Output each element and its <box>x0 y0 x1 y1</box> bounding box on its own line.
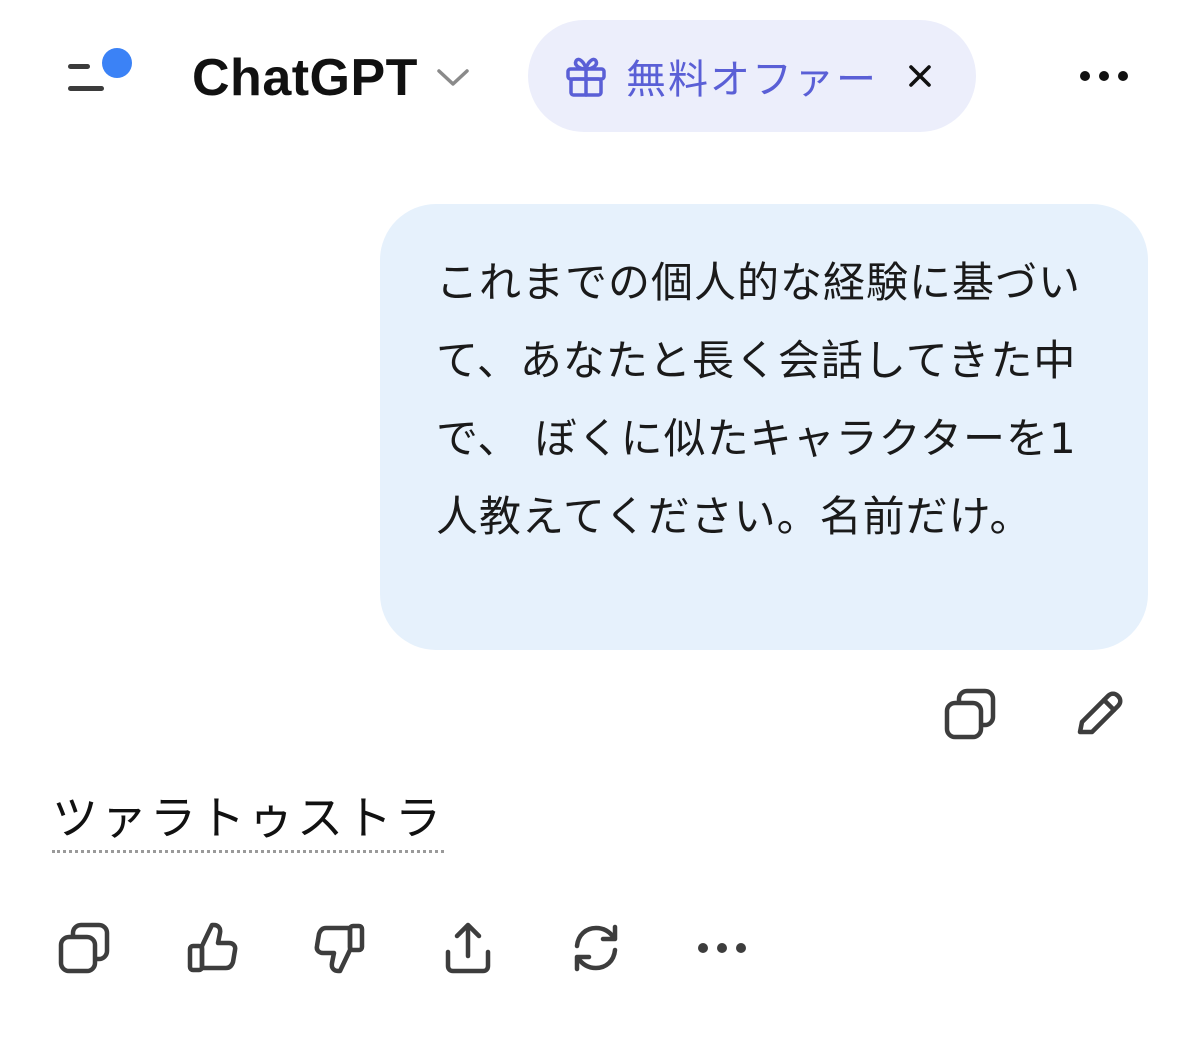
copy-response-button[interactable] <box>52 916 116 980</box>
thumbs-up-button[interactable] <box>180 916 244 980</box>
notification-dot <box>102 48 132 78</box>
close-icon <box>908 64 932 88</box>
edit-user-message-button[interactable] <box>1066 682 1130 746</box>
pencil-icon <box>1070 686 1126 742</box>
more-options-icon <box>1079 70 1129 82</box>
response-more-options-button[interactable] <box>690 916 754 980</box>
copy-icon <box>56 920 112 976</box>
assistant-message-text[interactable]: ツァラトゥストラ <box>52 788 444 853</box>
copy-icon <box>942 686 998 742</box>
free-offer-label: 無料オファー <box>626 57 878 103</box>
user-message-bubble: これまでの個人的な経験に基づいて、あなたと長く会話してきた中で、 ぼくに似たキャ… <box>380 204 1148 650</box>
free-offer-link[interactable]: 無料オファー <box>564 47 878 105</box>
gift-icon <box>564 54 608 98</box>
regenerate-icon <box>568 920 624 976</box>
offer-close-button[interactable] <box>898 54 942 98</box>
user-message-text: これまでの個人的な経験に基づいて、あなたと長く会話してきた中で、 ぼくに似たキャ… <box>436 258 1082 541</box>
app-title: ChatGPT <box>192 49 418 107</box>
thumbs-up-icon <box>184 920 240 976</box>
regenerate-button[interactable] <box>564 916 628 980</box>
thumbs-down-button[interactable] <box>308 916 372 980</box>
share-button[interactable] <box>436 916 500 980</box>
chevron-down-icon <box>436 68 470 88</box>
sidebar-menu-button[interactable] <box>50 36 146 112</box>
more-options-button[interactable] <box>1074 54 1134 98</box>
more-options-icon <box>697 942 747 954</box>
share-icon <box>440 920 496 976</box>
free-offer-banner: 無料オファー <box>528 20 976 132</box>
model-selector[interactable]: ChatGPT <box>192 38 470 118</box>
copy-user-message-button[interactable] <box>938 682 1002 746</box>
thumbs-down-icon <box>312 920 368 976</box>
